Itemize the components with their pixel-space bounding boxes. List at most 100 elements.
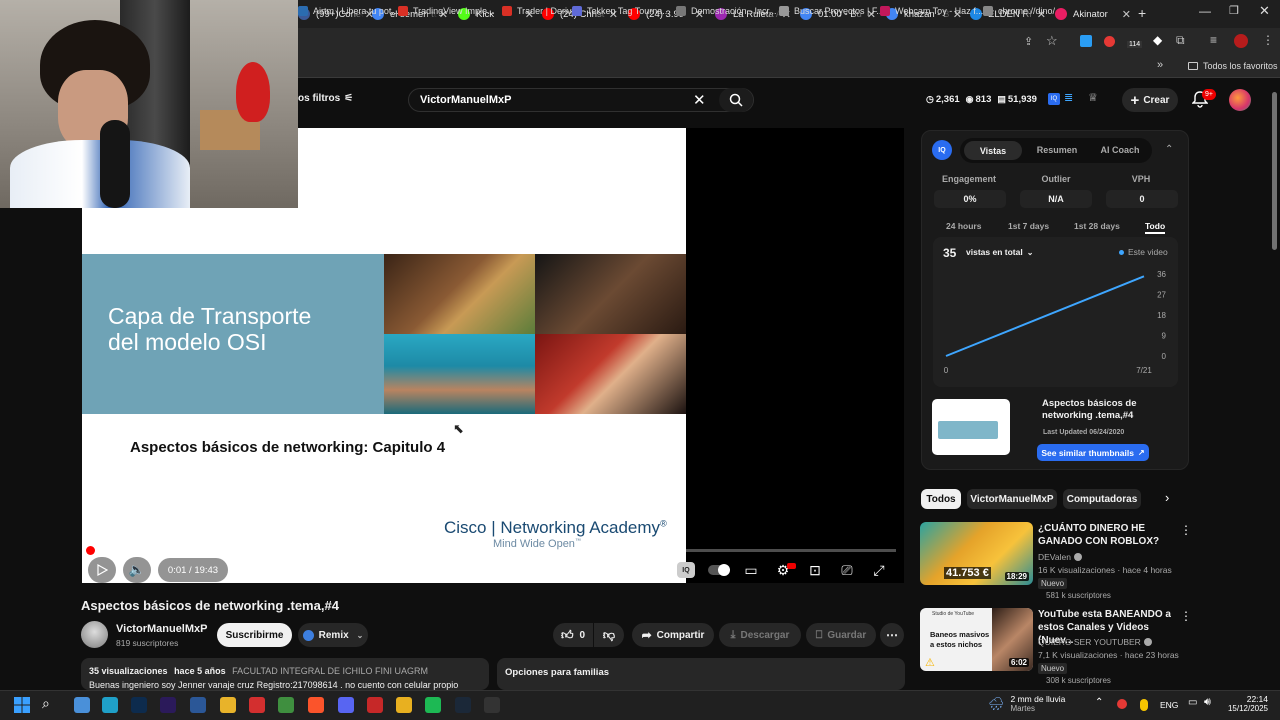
bookmark-item[interactable]: Buscar Proyectos | F... bbox=[779, 3, 884, 19]
premiere-icon[interactable] bbox=[160, 697, 176, 713]
iq-player-icon[interactable]: IQ bbox=[677, 562, 695, 578]
bookmark-item[interactable]: Demostración - Incr... bbox=[676, 3, 777, 19]
profile-avatar[interactable] bbox=[1234, 34, 1248, 48]
search-input[interactable]: VictorManuelMxP bbox=[420, 94, 512, 106]
miniplayer-icon[interactable]: ⊡ bbox=[806, 562, 824, 578]
taskbar-search-icon[interactable]: ⌕ bbox=[42, 695, 50, 712]
media-icon[interactable]: ≡ bbox=[1210, 33, 1217, 47]
remix-button[interactable]: Remix ⌄ bbox=[298, 623, 368, 647]
filters-button[interactable]: os filtros ⚟ bbox=[298, 93, 353, 104]
bookmark-item[interactable]: Airtm | Libera tu pot... bbox=[298, 3, 399, 19]
all-bookmarks[interactable]: Todos los favoritos bbox=[1188, 61, 1278, 71]
vidiq-thumbnail[interactable] bbox=[932, 399, 1010, 455]
bookmark-star-icon[interactable]: ☆ bbox=[1046, 33, 1058, 49]
extension-badge[interactable]: 114 bbox=[1127, 41, 1143, 48]
close-tab-icon[interactable]: ✕ bbox=[1122, 8, 1131, 21]
chip-todos[interactable]: Todos bbox=[921, 489, 961, 509]
rec-thumbnail-2[interactable]: Studio de YouTube Baneos masivos a estos… bbox=[920, 608, 1033, 671]
file-explorer-icon[interactable] bbox=[74, 697, 90, 713]
share-button[interactable]: ➦ Compartir bbox=[632, 623, 714, 647]
progress-bar[interactable] bbox=[90, 549, 896, 552]
range-todo[interactable]: Todo bbox=[1145, 221, 1166, 234]
collapse-panel-icon[interactable]: ⌃ bbox=[1165, 144, 1173, 155]
search-box[interactable]: VictorManuelMxP ✕ bbox=[408, 88, 754, 112]
channel-avatar[interactable] bbox=[81, 621, 108, 648]
install-icon[interactable]: ⇪ bbox=[1024, 35, 1033, 48]
network-icon[interactable]: ▭ bbox=[1188, 697, 1197, 708]
tab-vistas[interactable]: Vistas bbox=[964, 141, 1022, 160]
bookmark-item[interactable]: TradingView Imple... bbox=[398, 3, 495, 19]
minecraft-icon[interactable] bbox=[278, 697, 294, 713]
bookmark-item[interactable]: chrome://dino/ bbox=[983, 3, 1055, 19]
new-tab-button[interactable]: + bbox=[1138, 5, 1146, 21]
photoshop-icon[interactable] bbox=[131, 697, 147, 713]
range-7d[interactable]: 1st 7 days bbox=[1008, 221, 1049, 231]
chrome-icon[interactable] bbox=[396, 697, 412, 713]
discord-icon[interactable] bbox=[338, 697, 354, 713]
clock[interactable]: 22:14 15/12/2025 bbox=[1222, 694, 1268, 713]
browser-tab[interactable]: Akinator ✕ bbox=[1055, 4, 1131, 24]
award-icon[interactable]: ♕ bbox=[1088, 91, 1098, 104]
rec-thumbnail-1[interactable]: 41.753 € 18:29 bbox=[920, 522, 1033, 585]
chip-computadoras[interactable]: Computadoras bbox=[1063, 489, 1141, 509]
autoplay-toggle[interactable] bbox=[708, 564, 730, 576]
start-button[interactable] bbox=[14, 697, 30, 713]
download-button[interactable]: ⤓ Descargar bbox=[719, 623, 801, 647]
subscribe-button[interactable]: Suscribirme bbox=[217, 623, 292, 647]
extension-red-icon[interactable] bbox=[1104, 36, 1115, 47]
brave-icon[interactable] bbox=[308, 697, 324, 713]
bookmark-item[interactable]: Webcam Toy - Haz f... bbox=[880, 3, 983, 19]
steam-icon[interactable] bbox=[455, 697, 471, 713]
bookmark-item[interactable]: Trader | Deriv bbox=[502, 3, 572, 19]
account-avatar[interactable] bbox=[1229, 89, 1251, 111]
puzzle-icon[interactable]: ⧉ bbox=[1176, 33, 1185, 48]
menu-icon[interactable]: ⋮ bbox=[1262, 33, 1274, 47]
rec-menu-icon-2[interactable]: ⋮ bbox=[1180, 609, 1192, 623]
list-icon[interactable]: ≣ bbox=[1064, 91, 1073, 104]
volume-button[interactable]: 🔈 bbox=[123, 557, 151, 583]
save-button[interactable]: ⎕ Guardar bbox=[806, 623, 876, 647]
search-button[interactable] bbox=[719, 88, 753, 112]
rec-menu-icon-1[interactable]: ⋮ bbox=[1180, 523, 1192, 537]
extension-diamond-icon[interactable]: ◆ bbox=[1153, 33, 1162, 47]
spotify-icon[interactable] bbox=[425, 697, 441, 713]
range-24h[interactable]: 24 hours bbox=[946, 221, 981, 231]
see-similar-button[interactable]: See similar thumbnails ↗ bbox=[1037, 444, 1149, 461]
folder-icon[interactable] bbox=[220, 697, 236, 713]
minimize-button[interactable]: — bbox=[1199, 4, 1211, 18]
tray-app-2[interactable] bbox=[1140, 699, 1148, 711]
play-button[interactable] bbox=[88, 557, 116, 583]
family-options-box[interactable]: Opciones para familias bbox=[497, 658, 905, 690]
volume-tray-icon[interactable]: 🔊︎ bbox=[1204, 696, 1211, 709]
progress-scrubber[interactable] bbox=[86, 546, 95, 555]
description-box[interactable]: 35 visualizaciones hace 5 años FACULTAD … bbox=[81, 658, 489, 690]
app-red-icon[interactable] bbox=[367, 697, 383, 713]
bookmarks-overflow-icon[interactable]: » bbox=[1157, 59, 1163, 71]
extension-icon[interactable] bbox=[1080, 35, 1092, 47]
cast-icon[interactable]: ⎚ bbox=[838, 562, 856, 578]
page-scrollbar[interactable] bbox=[1272, 92, 1277, 250]
close-window-button[interactable]: ✕ bbox=[1259, 3, 1270, 19]
tray-app-1[interactable] bbox=[1117, 699, 1127, 709]
weather-widget[interactable]: 🌧︎ 2 mm de lluvia Martes bbox=[988, 694, 1065, 713]
rec-title-1[interactable]: ¿CUÁNTO DINERO HE GANADO CON ROBLOX? bbox=[1038, 522, 1176, 548]
iq-icon[interactable]: IQ bbox=[1048, 93, 1060, 105]
rec-channel-1[interactable]: DEValen bbox=[1038, 552, 1082, 562]
dislike-button[interactable]: 👎︎ bbox=[594, 623, 624, 647]
channel-name[interactable]: VictorManuelMxP bbox=[116, 623, 208, 635]
word-icon[interactable] bbox=[190, 697, 206, 713]
deriv-icon[interactable] bbox=[249, 697, 265, 713]
more-actions-button[interactable]: ⋯ bbox=[880, 623, 904, 647]
edge-icon[interactable] bbox=[102, 697, 118, 713]
maximize-button[interactable]: ❐ bbox=[1229, 4, 1239, 17]
rec-channel-2[interactable]: QUIERO SER YOUTUBER bbox=[1038, 637, 1152, 647]
language-indicator[interactable]: ENG bbox=[1160, 700, 1178, 710]
create-button[interactable]: + Crear bbox=[1122, 88, 1178, 112]
like-button[interactable]: 👍︎ 0 bbox=[553, 623, 593, 647]
clear-search-icon[interactable]: ✕ bbox=[693, 91, 706, 109]
tab-resumen[interactable]: Resumen bbox=[1028, 145, 1086, 155]
tab-ai-coach[interactable]: AI Coach bbox=[1092, 145, 1148, 155]
total-views-dropdown[interactable]: vistas en total ⌄ bbox=[966, 247, 1033, 257]
chip-channel[interactable]: VictorManuelMxP bbox=[967, 489, 1057, 509]
subtitles-icon[interactable]: ▭ bbox=[742, 562, 760, 578]
